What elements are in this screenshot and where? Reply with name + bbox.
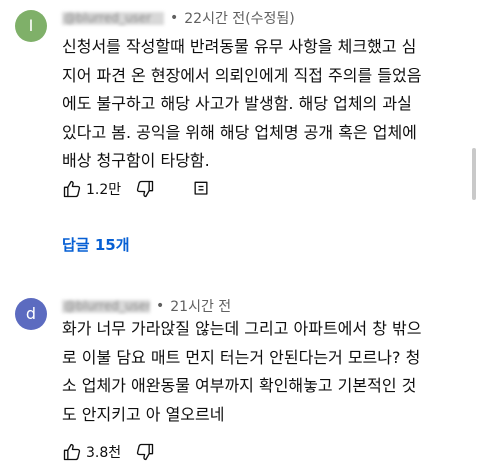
separator-dot: • <box>156 298 165 314</box>
comment-line: 지어 파견 온 현장에서 의뢰인에게 직접 주의를 들었음 <box>62 65 422 85</box>
comment-actions: 3.8천 <box>62 440 169 464</box>
comment-line: 있다고 봄. 공익을 위해 해당 업체명 공개 혹은 업체에 <box>62 122 417 142</box>
like-count: 1.2만 <box>86 182 122 198</box>
comment-header: @blurred_user • 21시간 전 <box>62 296 231 316</box>
avatar[interactable]: I <box>15 10 47 42</box>
username[interactable]: @blurred_user <box>62 299 150 313</box>
reply-icon <box>194 181 208 195</box>
scrollbar[interactable] <box>472 148 476 200</box>
dislike-button[interactable] <box>135 442 155 462</box>
thumbs-up-icon <box>63 180 81 198</box>
thumbs-down-icon <box>137 443 154 461</box>
comment-line: 로 이불 담요 매트 먼지 터는거 안된다는거 모르나? 청 <box>62 347 421 367</box>
comment-line: 에도 불구하고 해당 사고가 발생함. 해당 업체의 과실 <box>62 94 412 113</box>
comment-line: 배상 청구함이 타당함. <box>62 151 210 170</box>
timestamp[interactable]: 21시간 전 <box>170 296 231 316</box>
replies-toggle[interactable]: 답글 15개 <box>62 234 130 255</box>
like-count: 3.8천 <box>86 445 122 461</box>
comment-line: 신청서를 작성할때 반려동물 유무 사항을 체크했고 심 <box>62 37 417 56</box>
comment-text: 신청서를 작성할때 반려동물 유무 사항을 체크했고 심 지어 파견 온 현장에… <box>62 33 452 176</box>
username[interactable]: @blurred_user <box>62 11 164 25</box>
dislike-button[interactable] <box>135 179 155 199</box>
comment-header: @blurred_user • 22시간 전 (수정됨) <box>62 8 295 28</box>
like-button[interactable]: 3.8천 <box>62 442 121 462</box>
comment-actions: 1.2만 <box>62 177 225 201</box>
thumbs-down-icon <box>137 180 154 198</box>
comment-line: 소 업체가 애완동물 여부까지 확인해놓고 기본적인 것 <box>62 376 417 395</box>
like-button[interactable]: 1.2만 <box>62 179 121 199</box>
thumbs-up-icon <box>63 443 81 461</box>
timestamp[interactable]: 22시간 전 <box>184 8 245 28</box>
separator-dot: • <box>170 10 179 26</box>
edited-label: (수정됨) <box>245 11 295 27</box>
comment-line: 화가 너무 가라앉질 않는데 그리고 아파트에서 창 밖으 <box>62 319 422 338</box>
comment-line: 도 안지키고 아 열오르네 <box>62 404 225 424</box>
comment-text: 화가 너무 가라앉질 않는데 그리고 아파트에서 창 밖으 로 이불 담요 매트… <box>62 315 452 429</box>
avatar[interactable]: d <box>15 298 47 330</box>
reply-button[interactable] <box>191 179 211 199</box>
